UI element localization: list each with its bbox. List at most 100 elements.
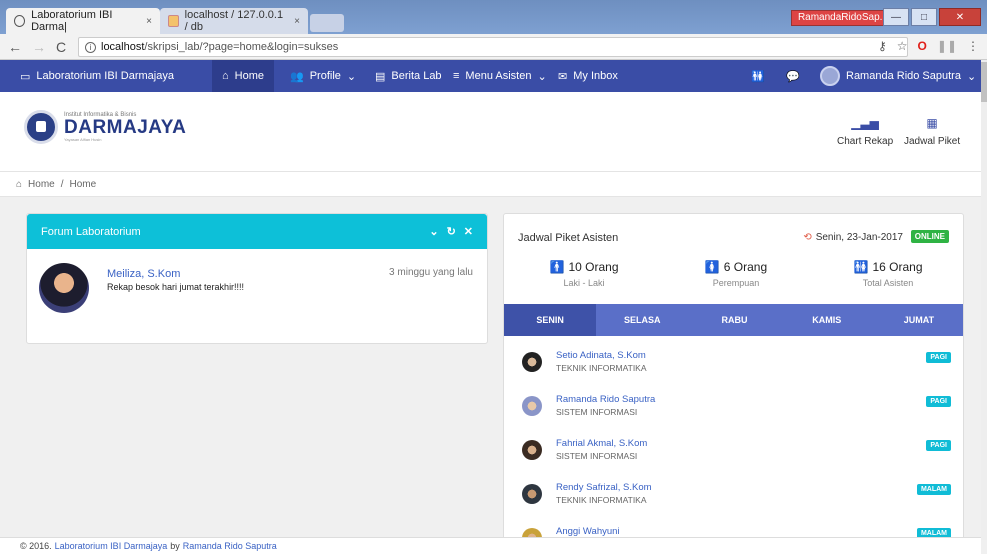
list-item: Setio Adinata, S.Kom TEKNIK INFORMATIKA … [504,344,963,388]
avatar [39,263,89,313]
collapse-icon[interactable]: ⌄ [429,225,438,238]
asisten-name[interactable]: Fahrial Akmal, S.Kom [556,438,647,449]
post-author[interactable]: Meiliza, S.Kom [107,268,180,280]
shift-badge: MALAM [916,484,951,495]
chat-icon[interactable]: 💬 [786,60,800,92]
stat-number: 16 Orang [872,260,923,274]
brand-label: Laboratorium IBI Darmajaya [36,70,174,82]
asisten-name[interactable]: Anggi Wahyuni [556,526,620,537]
pause-icon[interactable]: ❚❚ [937,39,957,53]
nav-home[interactable]: ⌂ Home [212,60,274,92]
browser-profile[interactable]: RamandaRidoSap... [790,10,895,26]
close-window-button[interactable]: ✕ [939,8,981,26]
darmajaya-logo[interactable]: Institut Informatika & Bisnis DARMAJAYA … [24,110,186,144]
jadwal-date-text: Senin, 23-Jan-2017 [815,232,903,243]
asisten-name[interactable]: Rendy Safrizal, S.Kom [556,482,652,493]
asisten-name[interactable]: Setio Adinata, S.Kom [556,350,646,361]
user-menu[interactable]: Ramanda Rido Saputra ⌄ [820,60,976,92]
avatar [522,396,542,416]
info-icon[interactable]: i [85,41,96,53]
tab-senin[interactable]: SENIN [504,304,597,336]
list-item: Fahrial Akmal, S.Kom SISTEM INFORMASI PA… [504,432,963,476]
tab-title: Laboratorium IBI Darma| [31,9,113,33]
breadcrumb-home[interactable]: Home [28,179,55,190]
forum-header: Forum Laboratorium ⌄ ↻ ✕ [27,214,487,249]
tab-jumat[interactable]: JUMAT [873,304,963,336]
footer-copyright: © 2016. [20,541,52,551]
jadwal-panel: Jadwal Piket Asisten ⟲ Senin, 23-Jan-201… [503,213,964,540]
home-icon: ⌂ [16,178,23,190]
status-badge: ONLINE [910,230,949,243]
chart-rekap-label: Chart Rekap [837,136,894,147]
star-icon[interactable]: ☆ [897,39,908,53]
footer-site-link[interactable]: Laboratorium IBI Darmajaya [55,541,168,551]
window-controls: — □ ✕ [883,8,981,26]
stat-total: 🚻 16 Orang Total Asisten [828,260,948,288]
globe-icon [14,15,26,27]
chart-rekap-link[interactable]: ▁▃▅ Chart Rekap [837,116,893,147]
footer-author-link[interactable]: Ramanda Rido Saputra [183,541,277,551]
nav-inbox[interactable]: ✉ My Inbox [558,60,618,92]
forum-post: Meiliza, S.Kom Rekap besok hari jumat te… [27,249,487,344]
nav-berita-label: Berita Lab [391,70,442,82]
jadwal-piket-link[interactable]: ▦ Jadwal Piket [904,116,960,147]
forward-arrow-icon[interactable]: → [32,39,46,55]
nav-inbox-label: My Inbox [573,70,618,82]
nav-home-label: Home [234,70,264,82]
nav-menu-asisten[interactable]: ≡ Menu Asisten ⌄ [453,60,547,92]
avatar [820,66,840,86]
shift-badge: PAGI [926,352,951,363]
close-icon[interactable]: ✕ [464,225,473,238]
chart-icon: ▁▃▅ [851,116,879,130]
calendar-icon: ▦ [926,116,938,130]
asisten-name[interactable]: Ramanda Rido Saputra [556,394,655,405]
forum-panel: Forum Laboratorium ⌄ ↻ ✕ Meiliza, S.Kom … [26,213,488,344]
avatar [522,484,542,504]
browser-tab-lab[interactable]: Laboratorium IBI Darma| × [6,8,160,34]
new-tab-button[interactable] [310,14,344,32]
female-icon: 🚺 [704,260,720,274]
page-scrollbar[interactable] [981,60,987,540]
people-icon: 🚻 [853,260,869,274]
breadcrumb-separator: / [60,178,64,190]
breadcrumb: ⌂ Home / Home [0,172,981,197]
minimize-button[interactable]: — [883,8,909,26]
stat-number: 10 Orang [568,260,619,274]
nav-profile[interactable]: 👥 Profile ⌄ [290,60,356,92]
opera-icon[interactable]: O [918,39,927,53]
site-header: Institut Informatika & Bisnis DARMAJAYA … [0,92,981,172]
post-text: Rekap besok hari jumat terakhir!!!! [107,282,245,292]
tab-selasa[interactable]: SELASA [596,304,688,336]
brand-link[interactable]: ▭ Laboratorium IBI Darmajaya [20,60,174,92]
stat-laki: 🚹 10 Orang Laki - Laki [524,260,644,288]
asisten-prodi: SISTEM INFORMASI [556,407,638,417]
refresh-icon[interactable]: ↻ [447,225,456,238]
close-tab-icon[interactable]: × [294,16,300,27]
nav-berita[interactable]: ▤ Berita Lab [375,60,442,92]
people-icon[interactable]: 🚻 [751,60,765,92]
bars-icon: ≡ [453,70,460,82]
user-name: Ramanda Rido Saputra [846,70,961,82]
avatar [522,352,542,372]
asisten-prodi: TEKNIK INFORMATIKA [556,495,647,505]
url-path: /skripsi_lab/?page=home&login=sukses [144,41,339,53]
asisten-prodi: TEKNIK INFORMATIKA [556,363,647,373]
scrollbar-thumb[interactable] [981,62,987,102]
asisten-prodi: SISTEM INFORMASI [556,451,638,461]
tab-rabu[interactable]: RABU [688,304,780,336]
stat-label: Total Asisten [862,278,914,288]
menu-icon[interactable]: ⋮ [967,39,979,53]
maximize-button[interactable]: □ [911,8,937,26]
browser-tab-phpmyadmin[interactable]: localhost / 127.0.0.1 / db × [160,8,308,34]
jadwal-date: ⟲ Senin, 23-Jan-2017 [803,232,903,243]
reload-icon[interactable]: C [56,39,66,55]
tab-kamis[interactable]: KAMIS [781,304,873,336]
shift-badge: PAGI [926,396,951,407]
avatar [522,440,542,460]
back-arrow-icon[interactable]: ← [8,39,22,55]
close-tab-icon[interactable]: × [146,16,152,27]
key-icon[interactable]: ⚷ [878,39,887,53]
url-field[interactable]: i localhost/skripsi_lab/?page=home&login… [78,37,908,57]
post-time: 3 minggu yang lalu [389,267,473,278]
logo-emblem [24,110,58,144]
